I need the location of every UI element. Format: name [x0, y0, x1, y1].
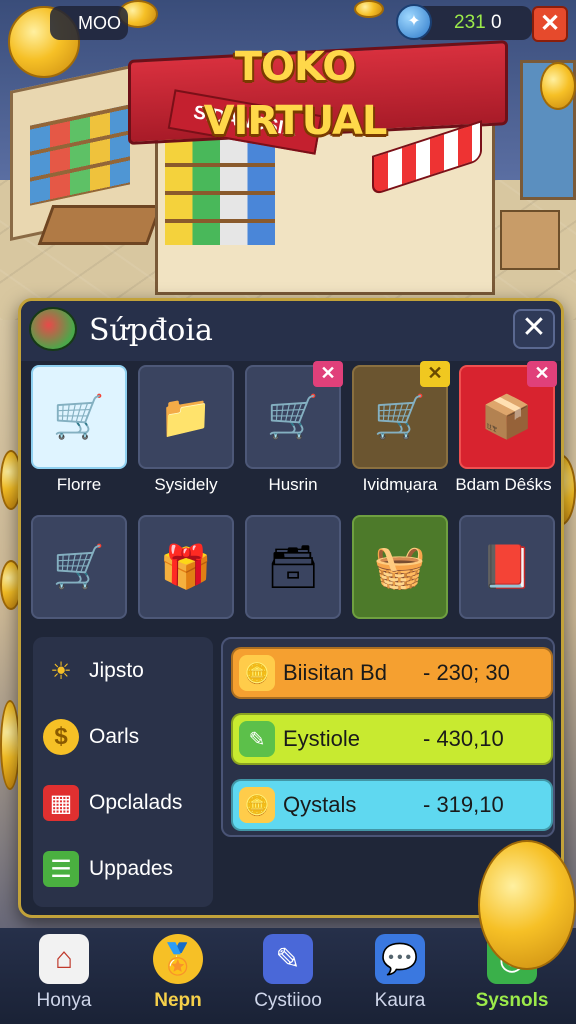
red-box-icon: 📕 [480, 542, 534, 590]
resource-name: Qystals [283, 792, 357, 817]
nav-label: Kaura [374, 990, 426, 1011]
side-menu: ☀ Jipsto $ Oarls ▦ Opclalads ☰ Uppades [33, 637, 213, 907]
nav-label: Sysnols [475, 990, 549, 1011]
crate-icon: 🗃 [266, 542, 320, 590]
panel-close-button[interactable]: ✕ [513, 309, 555, 349]
panel-title: Sứpđoia [89, 313, 213, 348]
side-item-label: Uppades [89, 857, 174, 880]
resource-name: Eystiole [283, 726, 361, 751]
item-tile[interactable]: 📁 [138, 365, 234, 469]
item-tile[interactable]: 📕 [459, 515, 555, 619]
hud-counter-value: 231 [454, 12, 486, 33]
nav-label: Cystiioo [254, 990, 322, 1011]
cart-icon: 🛒 [52, 542, 106, 590]
item-label: Bdam Dêśks [455, 475, 552, 494]
sun-icon: ☀ [50, 657, 72, 685]
item-tile[interactable]: 🛒 [31, 365, 127, 469]
remove-badge-icon[interactable]: ✕ [313, 361, 343, 387]
store-shelf [165, 135, 275, 245]
edit-icon: ✎ [263, 934, 313, 984]
box-icon: 📦 [480, 392, 534, 440]
nav-item-kaura[interactable]: 💬 Kaura [350, 934, 450, 1022]
side-item-label: Jipsto [89, 659, 144, 682]
panel-header: Sứpđoia ✕ [21, 301, 561, 361]
resource-row[interactable]: ✎ Eystiole - 430,10 [231, 713, 553, 765]
nav-item-cystiioo[interactable]: ✎ Cystiioo [238, 934, 338, 1022]
nav-label: Nepn [154, 990, 202, 1011]
side-item-oarls[interactable]: $ Oarls [43, 713, 213, 761]
side-item-label: Oarls [89, 725, 140, 748]
medal-icon: 🏅 [153, 934, 203, 984]
shop-panel: Sứpđoia ✕ 🛒 Florre 📁 Sysidely 🛒 ✕ Husrin… [18, 298, 564, 918]
side-item-jipsto[interactable]: ☀ Jipsto [43, 647, 213, 695]
resource-row[interactable]: 🪙 Qystals - 319,10 [231, 779, 553, 831]
cardboard-boxes [500, 210, 560, 270]
resource-value: - 230; 30 [423, 660, 510, 685]
coin-icon [478, 840, 576, 970]
hud-counter-extra: 0 [490, 12, 502, 33]
item-tile[interactable]: 🗃 [245, 515, 341, 619]
item-label: Sysidely [154, 475, 218, 494]
item-tile[interactable]: 📦 ✕ [459, 361, 557, 469]
coin-icon [0, 700, 20, 790]
resource-value: - 430,10 [423, 726, 504, 751]
remove-badge-icon[interactable]: ✕ [420, 361, 450, 387]
coin-stack-icon: 🪙 [239, 787, 275, 823]
coin-icon: $ [43, 719, 79, 755]
coin-stack-icon: 🪙 [239, 655, 275, 691]
list-icon: ☰ [43, 851, 79, 887]
cart-icon: 🛒 [266, 392, 320, 440]
side-item-opclalads[interactable]: ▦ Opclalads [43, 779, 213, 827]
left-table [37, 205, 163, 245]
shop-logo-icon [29, 307, 77, 351]
resource-name: Biisitan Bd [283, 660, 387, 685]
nav-label: Honya [36, 990, 92, 1011]
item-tile[interactable]: 🧺 [352, 515, 448, 619]
home-icon: ⌂ [39, 934, 89, 984]
pencil-icon: ✎ [239, 721, 275, 757]
item-label: Florre [56, 475, 102, 494]
nav-item-nepn[interactable]: 🏅 Nepn [128, 934, 228, 1022]
gem-icon[interactable]: ✦ [396, 4, 432, 40]
basket-icon: 🧺 [373, 542, 427, 590]
resource-value: - 319,10 [423, 792, 504, 817]
side-item-uppades[interactable]: ☰ Uppades [43, 845, 213, 893]
calendar-icon: ▦ [43, 785, 79, 821]
coin-icon [540, 62, 576, 110]
cart-icon: 🛒 [52, 392, 106, 440]
chat-icon: 💬 [375, 934, 425, 984]
resource-panel: 🪙 Biisitan Bd - 230; 30 ✎ Eystiole - 430… [221, 637, 555, 837]
nav-item-honya[interactable]: ⌂ Honya [14, 934, 114, 1022]
folder-icon: 📁 [159, 392, 213, 440]
item-tile[interactable]: 🛒 ✕ [245, 361, 343, 469]
hud-label: MOO [50, 6, 128, 40]
resource-row[interactable]: 🪙 Biisitan Bd - 230; 30 [231, 647, 553, 699]
item-label: Husrin [268, 475, 318, 494]
item-label: Ividmụara [362, 475, 438, 494]
item-tile[interactable]: 🛒 ✕ [352, 361, 450, 469]
gift-box-icon: 🎁 [159, 542, 213, 590]
close-button[interactable]: ✕ [532, 6, 568, 42]
item-tile[interactable]: 🛒 [31, 515, 127, 619]
item-tile[interactable]: 🎁 [138, 515, 234, 619]
side-item-label: Opclalads [89, 791, 183, 814]
cart-icon: 🛒 [373, 392, 427, 440]
game-title: TOKO VIRTUAL [203, 44, 388, 144]
coin-icon [354, 0, 384, 18]
remove-badge-icon[interactable]: ✕ [527, 361, 557, 387]
